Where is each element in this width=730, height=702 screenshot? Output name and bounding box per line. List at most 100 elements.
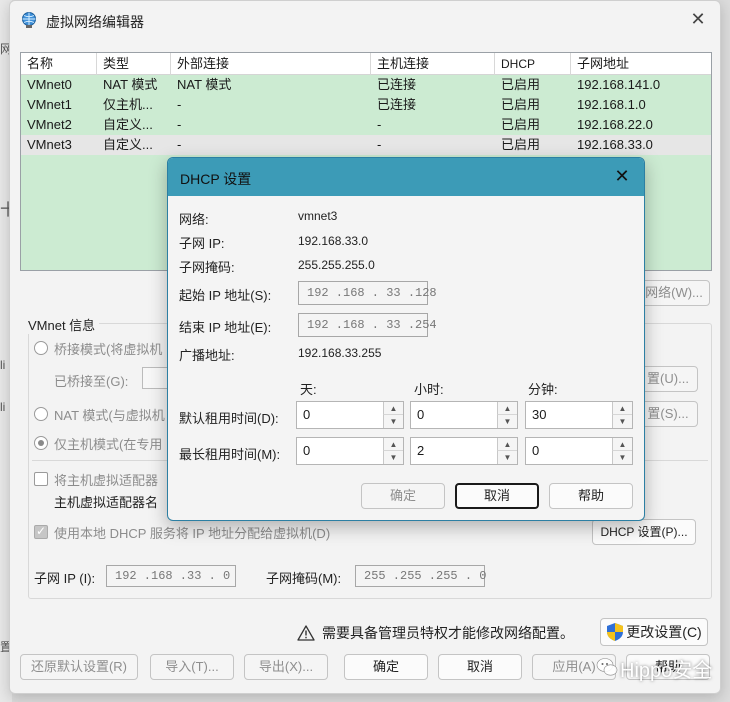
spinner-value: 2 <box>417 443 425 458</box>
spinner-up-icon[interactable]: ▲ <box>383 402 403 415</box>
days-column-label: 天: <box>300 382 317 397</box>
rename-network-button[interactable]: 网络(W)... <box>638 280 710 306</box>
vmnet-info-title: VMnet 信息 <box>28 315 100 334</box>
table-cell: 192.168.1.0 <box>577 97 646 112</box>
end-ip-label: 结束 IP 地址(E): <box>179 320 272 335</box>
import-button[interactable]: 导入(T)... <box>150 654 234 680</box>
spinner-up-icon[interactable]: ▲ <box>612 402 632 415</box>
table-cell: - <box>177 137 182 152</box>
spinner-down-icon[interactable]: ▼ <box>612 451 632 464</box>
table-row[interactable]: VMnet1 仅主机... - 已连接 已启用 192.168.1.0 <box>21 95 711 115</box>
column-header[interactable]: 子网地址 <box>571 53 711 75</box>
column-header[interactable]: 名称 <box>21 53 97 75</box>
spinner-down-icon[interactable]: ▼ <box>497 451 517 464</box>
admin-warning-text: 需要具备管理员特权才能修改网络配置。 <box>322 625 574 641</box>
host-only-mode-radio[interactable] <box>34 436 48 450</box>
end-ip-input[interactable]: 192 .168 . 33 .254 <box>298 313 437 337</box>
title-bar: 虚拟网络编辑器 ✕ <box>10 1 720 39</box>
column-header[interactable]: 外部连接 <box>171 53 371 75</box>
table-cell: - <box>177 117 182 132</box>
window-title: 虚拟网络编辑器 <box>46 14 144 30</box>
spinner-up-icon[interactable]: ▲ <box>497 402 517 415</box>
background-glyph: li <box>0 400 6 414</box>
table-cell: 已连接 <box>377 77 417 92</box>
spinner-value: 30 <box>532 407 547 422</box>
spinner-value: 0 <box>417 407 425 422</box>
minutes-column-label: 分钟: <box>528 382 558 397</box>
use-local-dhcp-checkbox[interactable] <box>34 524 48 539</box>
spinner-up-icon[interactable]: ▲ <box>383 438 403 451</box>
column-header[interactable]: DHCP <box>495 53 571 75</box>
table-cell: - <box>177 97 182 112</box>
use-local-dhcp-label: 使用本地 DHCP 服务将 IP 地址分配给虚拟机(D) <box>54 526 331 541</box>
uac-shield-icon <box>607 623 623 641</box>
table-cell: 已连接 <box>377 97 417 112</box>
subnet-ip-value: 192.168.33.0 <box>298 234 369 248</box>
restore-defaults-button[interactable]: 还原默认设置(R) <box>20 654 138 680</box>
network-label: 网络: <box>179 212 209 227</box>
nat-settings-button[interactable]: 置(S)... <box>638 401 698 427</box>
spinner-down-icon[interactable]: ▼ <box>497 415 517 428</box>
table-cell: - <box>377 117 382 132</box>
bridge-mode-radio[interactable] <box>34 341 48 355</box>
background-glyph: li <box>0 358 6 372</box>
connect-host-adapter-checkbox[interactable] <box>34 472 48 486</box>
broadcast-value: 192.168.33.255 <box>298 346 382 360</box>
spinner-value: 0 <box>303 443 311 458</box>
subnet-mask-label: 子网掩码(M): <box>266 571 342 586</box>
warning-icon <box>297 625 315 641</box>
table-cell: 192.168.22.0 <box>577 117 653 132</box>
ok-button[interactable]: 确定 <box>344 654 428 680</box>
network-value: vmnet3 <box>298 209 338 223</box>
default-lease-label: 默认租用时间(D): <box>179 411 279 426</box>
change-settings-button[interactable]: 更改设置(C) <box>600 618 708 646</box>
nat-mode-label: NAT 模式(与虚拟机 <box>54 408 165 423</box>
dialog-help-button[interactable]: 帮助 <box>549 483 633 509</box>
subnet-ip-label: 子网 IP: <box>179 236 225 251</box>
bridge-mode-label: 桥接模式(将虚拟机 <box>54 342 163 357</box>
max-lease-days-spinner[interactable]: 0 ▲ ▼ <box>296 437 404 465</box>
broadcast-label: 广播地址: <box>179 348 235 363</box>
table-row-selected[interactable]: VMnet3 自定义... - - 已启用 192.168.33.0 <box>21 135 711 155</box>
connect-host-adapter-label: 将主机虚拟适配器 <box>54 473 159 488</box>
spinner-down-icon[interactable]: ▼ <box>383 451 403 464</box>
default-lease-days-spinner[interactable]: 0 ▲ ▼ <box>296 401 404 429</box>
start-ip-input[interactable]: 192 .168 . 33 .128 <box>298 281 437 305</box>
close-icon[interactable]: ✕ <box>612 166 632 186</box>
table-header: 名称 类型 外部连接 主机连接 DHCP 子网地址 <box>21 53 711 75</box>
export-button[interactable]: 导出(X)... <box>244 654 328 680</box>
dialog-cancel-button[interactable]: 取消 <box>455 483 539 509</box>
table-cell: - <box>377 137 382 152</box>
spinner-down-icon[interactable]: ▼ <box>612 415 632 428</box>
dhcp-settings-button[interactable]: DHCP 设置(P)... <box>592 519 696 545</box>
spinner-up-icon[interactable]: ▲ <box>612 438 632 451</box>
subnet-mask-value: 255.255.255.0 <box>298 258 375 272</box>
table-cell: VMnet3 <box>27 137 72 152</box>
subnet-mask-input[interactable]: 255 .255 .255 . 0 <box>355 565 486 587</box>
column-header[interactable]: 类型 <box>97 53 171 75</box>
close-icon[interactable]: ✕ <box>688 9 708 29</box>
hours-column-label: 小时: <box>414 382 444 397</box>
default-lease-minutes-spinner[interactable]: 30 ▲ ▼ <box>525 401 633 429</box>
spinner-down-icon[interactable]: ▼ <box>383 415 403 428</box>
cancel-button[interactable]: 取消 <box>438 654 522 680</box>
table-cell: VMnet1 <box>27 97 72 112</box>
nat-mode-radio[interactable] <box>34 407 48 421</box>
auto-settings-button[interactable]: 置(U)... <box>638 366 698 392</box>
column-header[interactable]: 主机连接 <box>371 53 495 75</box>
spinner-up-icon[interactable]: ▲ <box>497 438 517 451</box>
host-only-mode-label: 仅主机模式(在专用 <box>54 437 163 452</box>
table-cell: 自定义... <box>103 117 153 132</box>
dialog-ok-button[interactable]: 确定 <box>361 483 445 509</box>
max-lease-hours-spinner[interactable]: 2 ▲ ▼ <box>410 437 518 465</box>
table-row[interactable]: VMnet0 NAT 模式 NAT 模式 已连接 已启用 192.168.141… <box>21 75 711 95</box>
spinner-value: 0 <box>532 443 540 458</box>
table-cell: 已启用 <box>501 97 541 112</box>
subnet-ip-input[interactable]: 192 .168 .33 . 0 <box>106 565 236 587</box>
default-lease-hours-spinner[interactable]: 0 ▲ ▼ <box>410 401 518 429</box>
max-lease-minutes-spinner[interactable]: 0 ▲ ▼ <box>525 437 633 465</box>
max-lease-label: 最长租用时间(M): <box>179 447 281 462</box>
table-row[interactable]: VMnet2 自定义... - - 已启用 192.168.22.0 <box>21 115 711 135</box>
table-cell: 仅主机... <box>103 97 153 112</box>
table-cell: 已启用 <box>501 137 541 152</box>
